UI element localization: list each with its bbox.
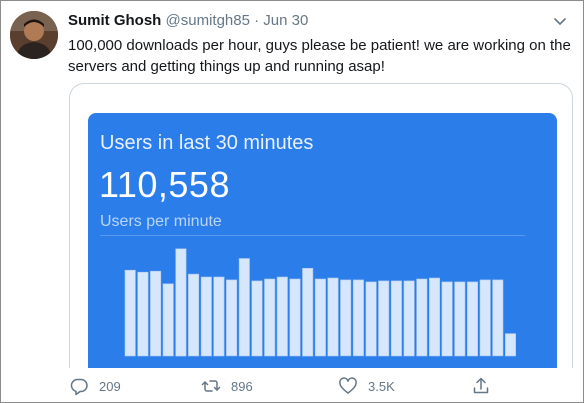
tweet-frame: Sumit Ghosh @sumitgh85 · Jun 30 100,000 …	[0, 0, 584, 403]
share-button[interactable]	[471, 373, 491, 399]
chart-bar	[454, 281, 466, 357]
author-handle[interactable]: @sumitgh85	[166, 12, 250, 29]
chart-bar	[479, 279, 491, 357]
meta-separator: ·	[254, 12, 260, 29]
reply-icon	[70, 378, 88, 396]
tweet-date[interactable]: Jun 30	[263, 12, 308, 29]
chart-bar	[162, 283, 174, 357]
tweet-actions: 209 896 3.5K	[1, 373, 583, 399]
chart-bar	[504, 333, 516, 357]
chevron-down-icon[interactable]	[550, 11, 570, 31]
reply-button[interactable]: 209	[69, 373, 121, 399]
chart-bar	[137, 271, 149, 357]
chart-bar	[124, 269, 136, 357]
chart-bar	[428, 277, 440, 357]
chart-bar	[416, 278, 428, 357]
chart-bar	[264, 278, 276, 357]
share-icon	[473, 377, 489, 394]
tweet-media[interactable]: Users in last 30 minutes 110,558 Users p…	[69, 83, 573, 368]
chart-bar	[251, 280, 263, 357]
author-name[interactable]: Sumit Ghosh	[68, 12, 161, 29]
like-icon	[339, 377, 357, 394]
chart-bar	[276, 276, 288, 357]
chart-bar	[150, 270, 162, 357]
chart-bar	[492, 279, 504, 357]
tweet-header: Sumit Ghosh @sumitgh85 · Jun 30	[68, 12, 308, 30]
chart-bar	[314, 278, 326, 357]
chart-bar	[302, 268, 314, 357]
users-per-minute-chart	[124, 248, 516, 357]
tweet-text: 100,000 downloads per hour, guys please …	[68, 37, 571, 75]
chart-bar	[390, 280, 402, 357]
chart-bar	[327, 277, 339, 357]
like-count: 3.5K	[368, 378, 395, 394]
chart-bar	[378, 280, 390, 357]
chart-bar	[466, 281, 478, 357]
retweet-button[interactable]: 896	[201, 373, 253, 399]
chart-bar	[226, 279, 238, 357]
chart-bar	[352, 279, 364, 357]
chart-bar	[441, 281, 453, 357]
reply-count: 209	[99, 378, 121, 394]
chart-bar	[238, 258, 250, 357]
chart-bar	[188, 273, 200, 357]
chart-bar	[403, 280, 415, 357]
chart-bar	[200, 276, 212, 357]
like-button[interactable]: 3.5K	[338, 373, 395, 399]
chart-bar	[289, 278, 301, 357]
chart-bar	[175, 248, 187, 357]
chart-bar	[213, 276, 225, 357]
avatar[interactable]	[10, 11, 58, 59]
retweet-icon	[201, 380, 221, 392]
retweet-count: 896	[231, 378, 253, 394]
chart-bar	[340, 279, 352, 357]
chart-bar	[365, 281, 377, 357]
